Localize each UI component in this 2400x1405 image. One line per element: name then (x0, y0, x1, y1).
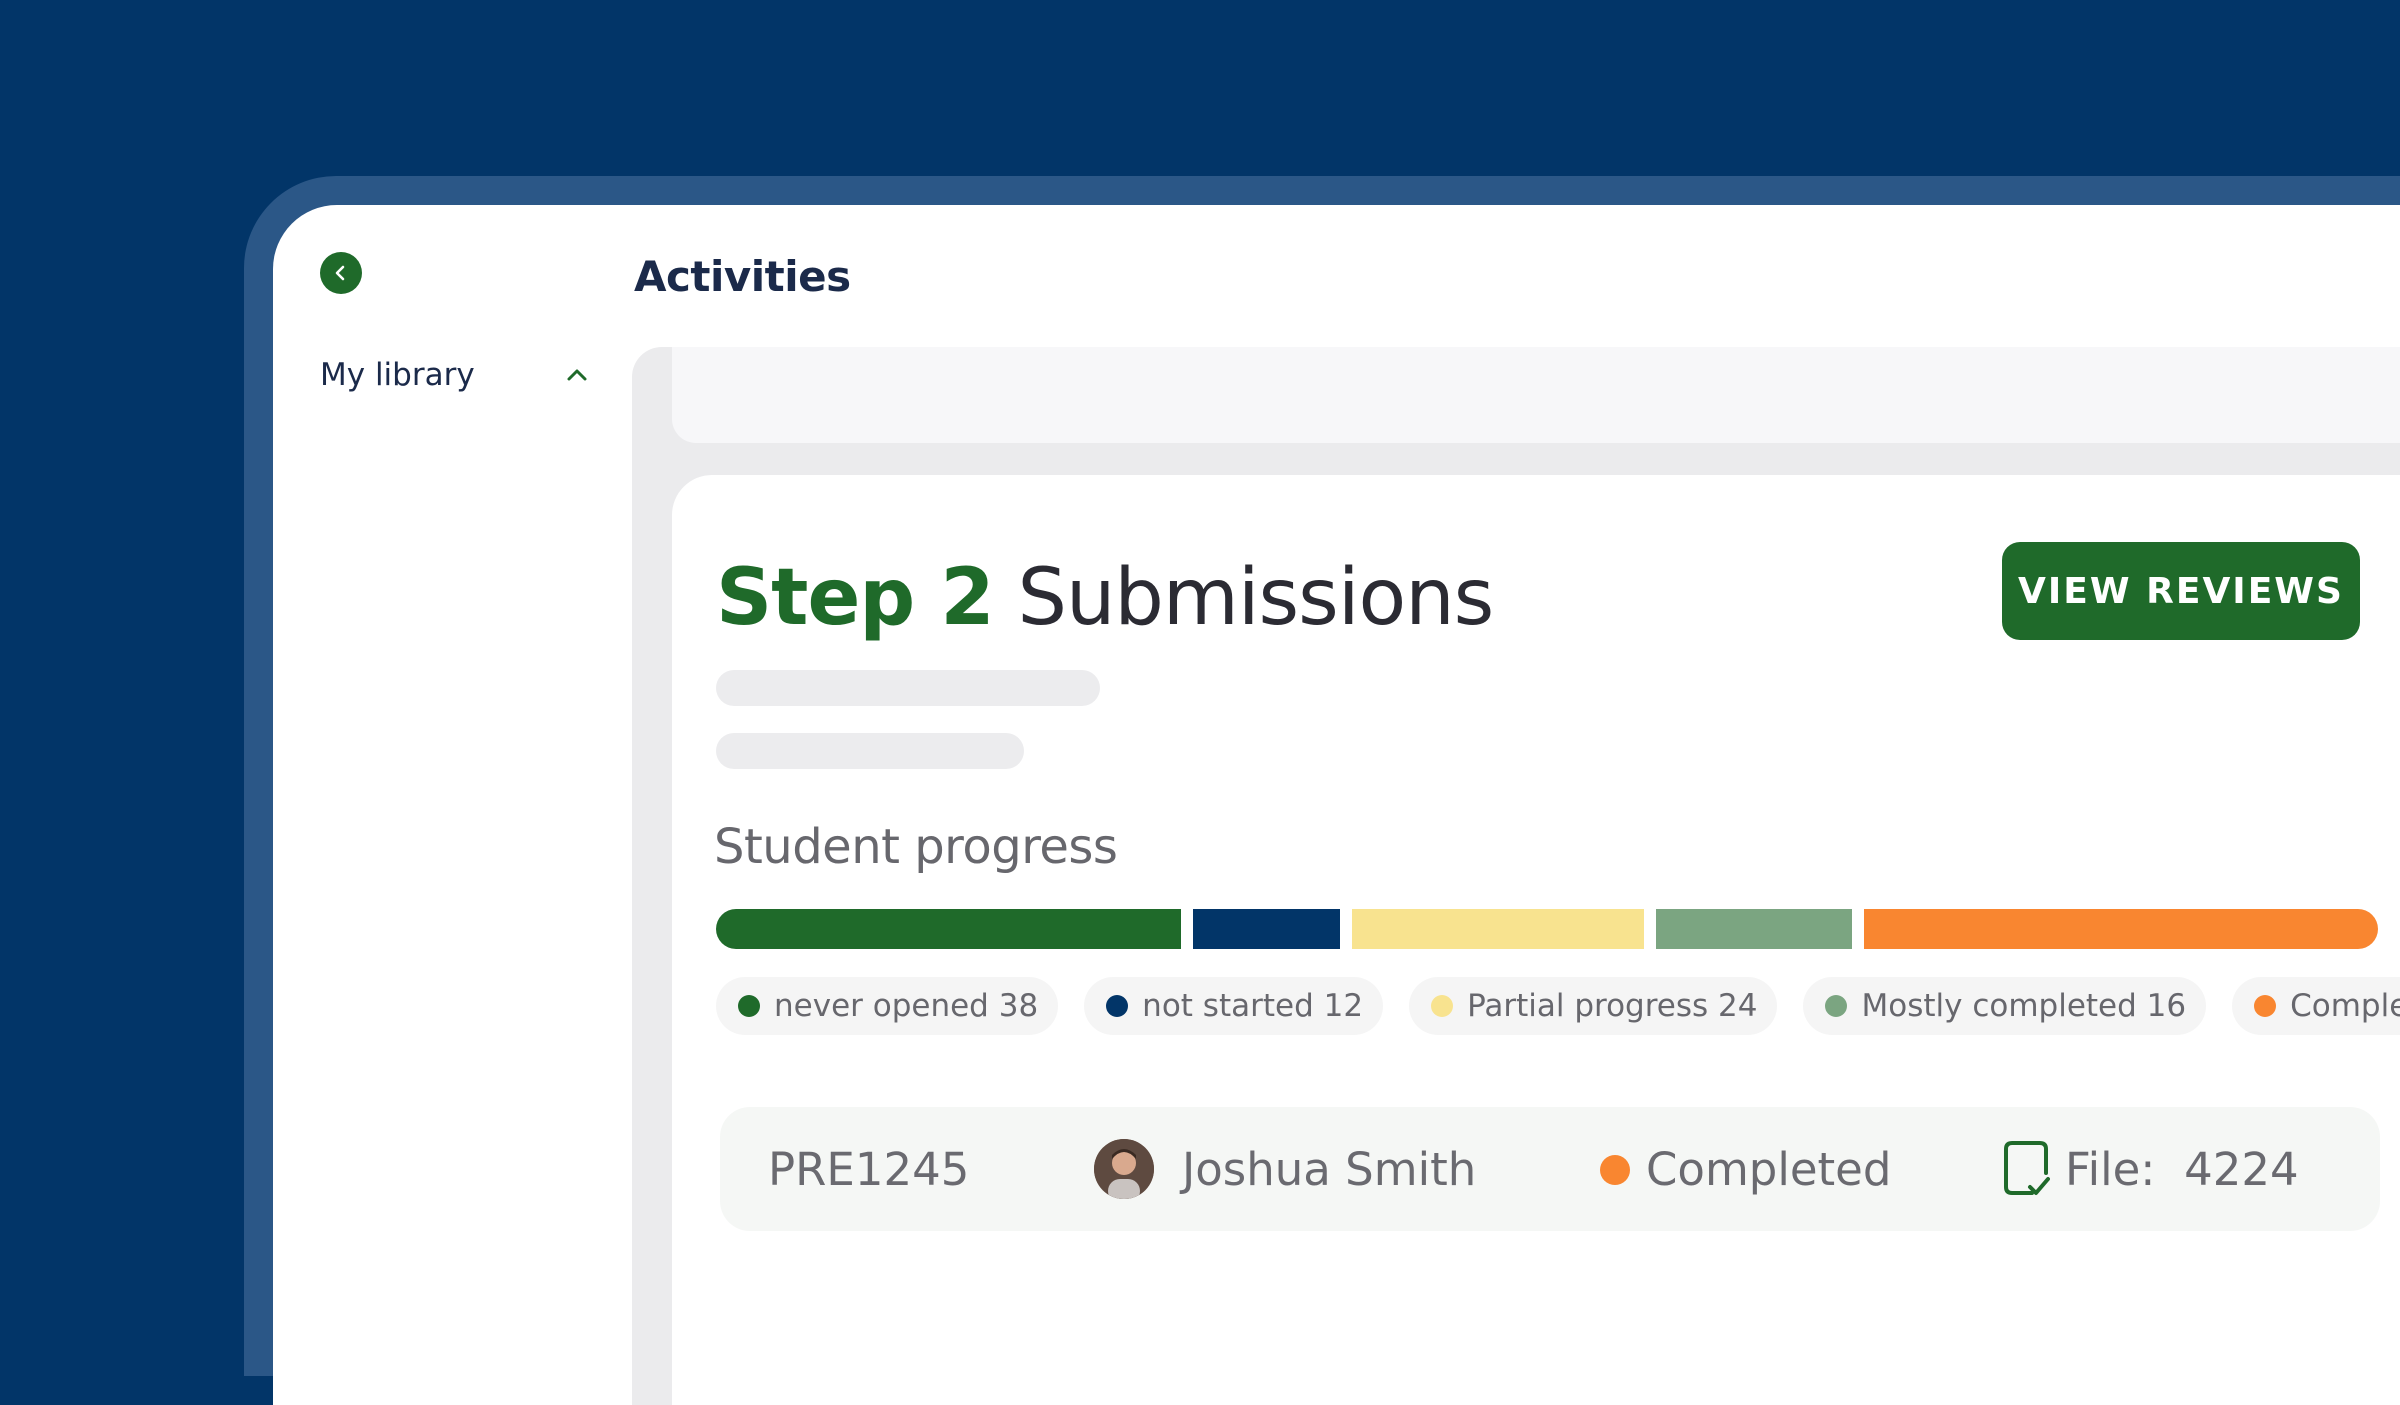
top-strip (672, 347, 2400, 443)
submission-id: PRE1245 (768, 1143, 970, 1196)
status-text: Completed (1646, 1143, 1892, 1196)
legend-dot (738, 995, 760, 1017)
student-name: Joshua Smith (1182, 1143, 1477, 1196)
legend-count: 16 (2146, 988, 2187, 1024)
avatar (1094, 1139, 1154, 1199)
progress-bar (716, 909, 2378, 949)
placeholder-line (716, 733, 1024, 769)
app-window: My library Activities Step 2 Submissions… (273, 205, 2400, 1405)
progress-legend: never opened 38 not started 12 Partial pro… (716, 977, 2400, 1039)
sidebar-item-my-library[interactable]: My library (320, 350, 590, 400)
placeholder-line (716, 670, 1100, 706)
file-number: 4224 (2184, 1143, 2299, 1196)
legend-label-text: not started (1142, 988, 1314, 1024)
progress-segment (716, 909, 1181, 949)
legend-item: Completed 42 (2232, 977, 2400, 1035)
progress-title: Student progress (714, 819, 1118, 875)
legend-label: Mostly completed 16 (1861, 988, 2186, 1024)
file-info: File: 4224 (2065, 1143, 2299, 1196)
card-title-rest: Submissions (1017, 553, 1494, 643)
status-dot (1600, 1155, 1630, 1185)
legend-label-text: Completed (2290, 988, 2400, 1024)
file-label: File: (2065, 1143, 2156, 1196)
legend-label-text: Partial progress (1467, 988, 1709, 1024)
step-label: Step 2 (716, 553, 995, 643)
legend-item: Partial progress 24 (1409, 977, 1778, 1035)
progress-segment (1351, 909, 1645, 949)
page-title: Activities (634, 252, 851, 301)
legend-label: Partial progress 24 (1467, 988, 1757, 1024)
legend-label-text: never opened (774, 988, 989, 1024)
legend-label: Completed 42 (2290, 988, 2400, 1024)
submissions-card: Step 2 Submissions VIEW REVIEWS Student … (672, 475, 2400, 1405)
legend-item: not started 12 (1084, 977, 1384, 1035)
legend-dot (1825, 995, 1848, 1017)
progress-segment (1192, 909, 1340, 949)
view-reviews-button[interactable]: VIEW REVIEWS (2002, 542, 2360, 640)
table-row[interactable]: PRE1245 Joshua Smith Completed File: 422… (720, 1107, 2380, 1231)
sidebar-item-label: My library (320, 357, 475, 393)
legend-item: Mostly completed 16 (1803, 977, 2207, 1035)
legend-count: 12 (1323, 988, 1364, 1024)
chevron-up-icon (567, 369, 587, 381)
back-button[interactable] (320, 252, 362, 294)
content-area: Step 2 Submissions VIEW REVIEWS Student … (632, 347, 2400, 1405)
legend-count: 24 (1718, 988, 1758, 1024)
legend-dot (1106, 995, 1129, 1017)
legend-label: not started 12 (1142, 988, 1363, 1024)
legend-label-text: Mostly completed (1861, 988, 2137, 1024)
legend-item: never opened 38 (716, 977, 1059, 1035)
file-check-icon (2004, 1141, 2050, 1195)
legend-count: 38 (998, 988, 1039, 1024)
legend-dot (1431, 995, 1454, 1017)
progress-segment (1864, 909, 2378, 949)
chevron-left-icon (335, 265, 345, 281)
legend-label: never opened 38 (774, 988, 1038, 1024)
card-title: Step 2 Submissions (716, 553, 1494, 643)
legend-dot (2254, 995, 2277, 1017)
progress-segment (1656, 909, 1853, 949)
